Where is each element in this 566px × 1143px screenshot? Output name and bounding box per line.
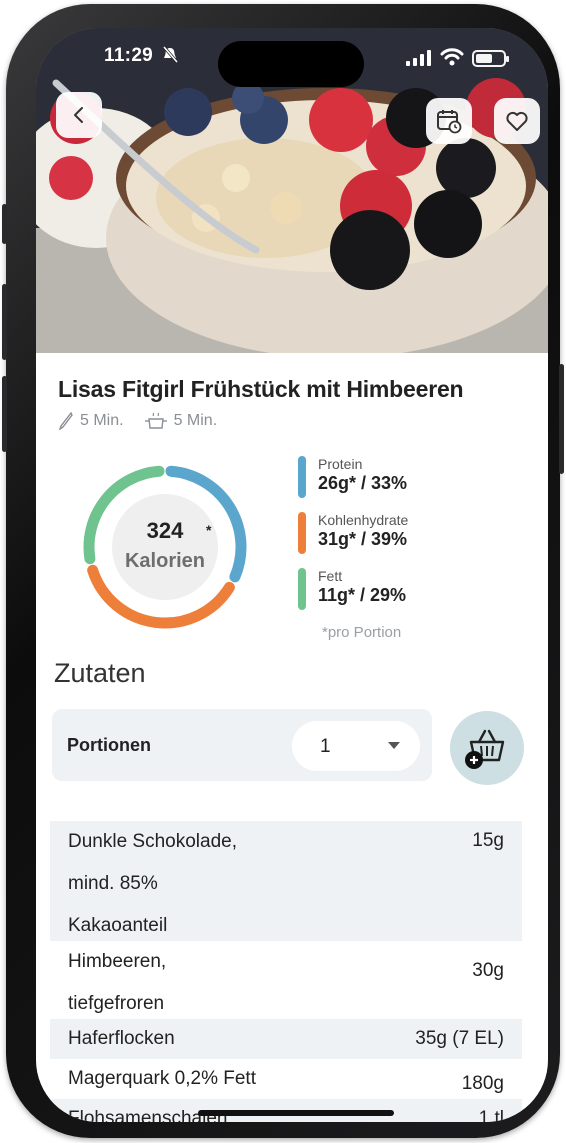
ingredient-name-line: Himbeeren,: [68, 951, 167, 972]
ingredient-amount: 30g: [472, 960, 504, 981]
ingredient-name-line: Dunkle Schokolade,: [68, 831, 237, 852]
macro-fat: Fett 11g* / 29%: [298, 568, 498, 624]
app-screen: 11:29 Lisas Fitgirl Frühstück mit Himbee…: [36, 28, 548, 1122]
macro-carbs: Kohlenhydrate 31g* / 39%: [298, 512, 498, 568]
ingredient-amount: 15g: [472, 830, 504, 851]
per-portion-note: *pro Portion: [322, 624, 402, 641]
dynamic-island: [218, 41, 364, 87]
home-indicator[interactable]: [198, 1110, 394, 1116]
recipe-hero-image: 11:29: [36, 28, 548, 353]
ingredient-name-line: Haferflocken: [68, 1028, 175, 1049]
ingredient-name-line: mind. 85%: [68, 873, 158, 894]
portions-value: 1: [320, 736, 331, 757]
portions-label: Portionen: [67, 735, 151, 755]
ingredient-name-line: Magerquark 0,2% Fett: [68, 1068, 256, 1089]
calorie-summary: 324: [74, 518, 256, 544]
ingredient-row: Himbeeren, tiefgefroren 30g: [50, 941, 522, 1019]
macro-protein-label: Protein: [318, 456, 363, 472]
prep-time: 5 Min.: [80, 412, 124, 429]
macro-fat-bar: [298, 568, 306, 610]
macro-carbs-label: Kohlenhydrate: [318, 512, 409, 528]
caret-down-icon: [388, 742, 400, 749]
favorite-button[interactable]: [494, 98, 540, 144]
status-bar: 11:29: [36, 28, 548, 87]
recipe-title: Lisas Fitgirl Frühstück mit Himbeeren: [58, 376, 464, 402]
calorie-value: 324: [146, 518, 184, 543]
back-button[interactable]: [56, 92, 102, 138]
add-to-meal-plan-button[interactable]: [426, 98, 472, 144]
add-to-shopping-list-button[interactable]: [450, 711, 524, 785]
cook-time: 5 Min.: [173, 412, 218, 429]
macro-fat-value: 11g* / 29%: [318, 585, 407, 605]
power-button: [559, 364, 564, 474]
macro-protein: Protein 26g* / 33%: [298, 456, 498, 512]
macro-list: Protein 26g* / 33% Kohlenhydrate 31g* / …: [298, 456, 498, 624]
ingredient-row: Dunkle Schokolade, mind. 85% Kakaoanteil…: [50, 821, 522, 941]
calorie-label: Kalorien: [124, 550, 206, 572]
calorie-donut-chart: [83, 465, 247, 629]
pot-icon: [144, 412, 167, 429]
calorie-asterisk: *: [206, 522, 212, 538]
portions-select[interactable]: 1: [292, 721, 420, 771]
donut-center: [112, 494, 218, 600]
macro-carbs-bar: [298, 512, 306, 554]
heart-icon: [506, 111, 528, 131]
volume-up-button: [2, 284, 7, 360]
recipe-times: 5 Min. 5 Min.: [58, 412, 217, 430]
portions-box: Portionen 1: [52, 709, 432, 781]
basket-add-icon: [465, 729, 505, 769]
macro-carbs-value: 31g* / 39%: [318, 529, 408, 549]
status-time: 11:29: [104, 45, 154, 66]
volume-down-button: [2, 376, 7, 452]
macro-protein-bar: [298, 456, 306, 498]
macro-protein-value: 26g* / 33%: [318, 473, 408, 493]
mute-switch: [2, 204, 7, 244]
silent-mode-icon: [162, 46, 178, 63]
knife-icon: [58, 412, 73, 430]
ingredient-amount: 1 tl: [478, 1108, 504, 1122]
cellular-signal-icon: [406, 50, 431, 66]
ingredients-heading: Zutaten: [54, 658, 146, 688]
ingredient-row: Haferflocken 35g (7 EL): [50, 1019, 522, 1059]
battery-icon: [472, 50, 509, 67]
chevron-left-icon: [74, 107, 83, 123]
ingredient-amount: 35g (7 EL): [415, 1028, 504, 1049]
ingredient-row: Magerquark 0,2% Fett 180g: [50, 1059, 522, 1099]
wifi-icon: [440, 48, 464, 66]
ingredient-amount: 180g: [461, 1073, 504, 1094]
phone-frame: 11:29 Lisas Fitgirl Frühstück mit Himbee…: [2, 4, 564, 1138]
calendar-clock-icon: [437, 110, 462, 134]
macro-fat-label: Fett: [318, 568, 343, 584]
